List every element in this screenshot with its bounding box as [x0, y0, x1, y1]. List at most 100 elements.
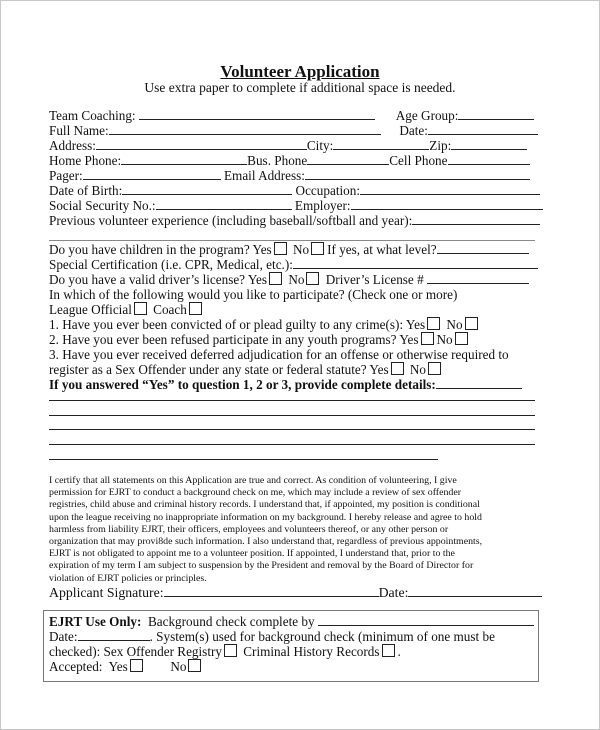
- signature-date-field[interactable]: [408, 585, 543, 597]
- city-label: City:: [306, 138, 334, 153]
- row-phones: Home Phone: Bus. Phone Cell Phone: [49, 153, 530, 168]
- children-yes-checkbox[interactable]: [273, 242, 287, 255]
- league-official-checkbox[interactable]: [133, 302, 147, 315]
- prev-experience-field[interactable]: [412, 213, 541, 225]
- children-question: Do you have children in the program?: [49, 242, 250, 257]
- certification-paragraph: I certify that all statements on this Ap…: [49, 475, 549, 585]
- ejrt-date-field[interactable]: [77, 629, 150, 641]
- employer-field[interactable]: [350, 198, 543, 210]
- row-address: Address: City: Zip:: [49, 138, 528, 153]
- row-ejrt-systems: checked): Sex Offender Registry Criminal…: [49, 644, 401, 659]
- participate-question: In which of the following would you like…: [49, 287, 458, 302]
- signature-date-label: Date:: [378, 585, 409, 600]
- children-level-label: If yes, at what level?: [327, 242, 437, 257]
- row-roles: League Official Coach: [49, 302, 205, 317]
- date-label: Date:: [399, 123, 428, 138]
- cert-line: I certify that all statements on this Ap…: [49, 475, 457, 486]
- details-line-2[interactable]: [49, 415, 535, 416]
- systems-period: .: [397, 644, 401, 659]
- league-official-label: League Official: [49, 302, 132, 317]
- signature-field[interactable]: [163, 585, 379, 597]
- occupation-label: Occupation:: [295, 183, 360, 198]
- children-no-label: No: [293, 242, 310, 257]
- q3-no-checkbox[interactable]: [428, 362, 442, 375]
- cert-line: violation of EJRT policies or principles…: [49, 572, 207, 584]
- cert-line: expiration of my term I am subject to su…: [49, 560, 474, 572]
- team-coaching-field[interactable]: [138, 108, 375, 120]
- license-number-label: Driver’s License #: [325, 272, 424, 287]
- children-yes-label: Yes: [252, 242, 272, 257]
- children-no-checkbox[interactable]: [311, 242, 325, 255]
- dob-label: Date of Birth:: [49, 183, 123, 198]
- license-no-label: No: [288, 272, 305, 287]
- full-name-field[interactable]: [108, 123, 381, 135]
- certification-label: Special Certification (i.e. CPR, Medical…: [49, 257, 293, 272]
- row-participate: In which of the following would you like…: [49, 287, 457, 302]
- age-group-label: Age Group:: [395, 108, 459, 123]
- accepted-no-checkbox[interactable]: [188, 659, 202, 672]
- occupation-field[interactable]: [360, 183, 540, 195]
- home-phone-field[interactable]: [121, 153, 248, 165]
- license-yes-checkbox[interactable]: [269, 272, 283, 285]
- certification-field[interactable]: [292, 257, 538, 269]
- accepted-yes-checkbox[interactable]: [129, 659, 143, 672]
- details-line-1[interactable]: [49, 400, 535, 401]
- city-field[interactable]: [333, 138, 430, 150]
- address-field[interactable]: [95, 138, 307, 150]
- q1-question: 1. Have you ever been convicted of or pl…: [49, 317, 404, 332]
- row-ejrt-bg-check: EJRT Use Only: Background check complete…: [49, 614, 534, 629]
- row-certification: Special Certification (i.e. CPR, Medical…: [49, 257, 538, 272]
- bus-phone-field[interactable]: [307, 153, 390, 165]
- document-title: Volunteer Application: [220, 62, 380, 81]
- pager-field[interactable]: [82, 168, 221, 180]
- zip-field[interactable]: [451, 138, 528, 150]
- license-number-field[interactable]: [426, 272, 529, 284]
- ejrt-use-only-box: EJRT Use Only: Background check complete…: [43, 610, 539, 682]
- details-line-3[interactable]: [49, 429, 535, 430]
- license-yes-label: Yes: [247, 272, 268, 287]
- row-signature: Applicant Signature: Date:: [49, 585, 543, 600]
- q1-yes-checkbox[interactable]: [427, 317, 441, 330]
- q1-no-checkbox[interactable]: [464, 317, 478, 330]
- row-ssn: Social Security No.: Employer:: [49, 198, 543, 213]
- row-q1: 1. Have you ever been convicted of or pl…: [49, 317, 481, 332]
- row-children: Do you have children in the program? Yes…: [49, 242, 529, 257]
- row-q3a: 3. Have you ever received deferred adjud…: [49, 347, 509, 362]
- criminal-history-checkbox[interactable]: [381, 644, 395, 657]
- bg-check-field[interactable]: [317, 614, 534, 626]
- date-field[interactable]: [427, 123, 538, 135]
- prev-experience-line-2[interactable]: [49, 240, 535, 241]
- cert-line: permission for EJRT to conduct a backgro…: [49, 487, 462, 499]
- ssn-label: Social Security No.:: [49, 198, 156, 213]
- q1-yes-label: Yes: [405, 317, 426, 332]
- sex-offender-registry-checkbox[interactable]: [223, 644, 237, 657]
- q3-question-line1: 3. Have you ever received deferred adjud…: [49, 347, 509, 362]
- details-field[interactable]: [435, 377, 522, 389]
- pager-label: Pager:: [49, 168, 83, 183]
- row-license: Do you have a valid driver’s license? Ye…: [49, 272, 529, 287]
- details-line-4[interactable]: [49, 444, 535, 445]
- row-q2: 2. Have you ever been refused participat…: [49, 332, 471, 347]
- ssn-field[interactable]: [155, 198, 292, 210]
- employer-label: Employer:: [294, 198, 351, 213]
- signature-label: Applicant Signature:: [49, 585, 164, 600]
- details-line-5[interactable]: [49, 459, 438, 460]
- row-ejrt-date: Date: . System(s) used for background che…: [49, 629, 495, 644]
- age-group-field[interactable]: [458, 108, 535, 120]
- bus-phone-label: Bus. Phone: [247, 153, 308, 168]
- q2-no-checkbox[interactable]: [454, 332, 468, 345]
- q3-yes-label: Yes: [369, 362, 389, 377]
- license-no-checkbox[interactable]: [306, 272, 320, 285]
- row-ejrt-accepted: Accepted: Yes No: [49, 659, 204, 674]
- row-team-coaching: Team Coaching: Age Group:: [49, 108, 535, 123]
- email-field[interactable]: [304, 168, 530, 180]
- cell-phone-field[interactable]: [447, 153, 530, 165]
- q2-yes-checkbox[interactable]: [420, 332, 434, 345]
- dob-field[interactable]: [122, 183, 293, 195]
- children-level-field[interactable]: [436, 242, 529, 254]
- accepted-yes-label: Yes: [108, 659, 128, 674]
- q2-no-label: No: [436, 332, 453, 347]
- coach-checkbox[interactable]: [188, 302, 202, 315]
- criminal-history-label: Criminal History Records: [243, 644, 380, 659]
- q3-yes-checkbox[interactable]: [390, 362, 404, 375]
